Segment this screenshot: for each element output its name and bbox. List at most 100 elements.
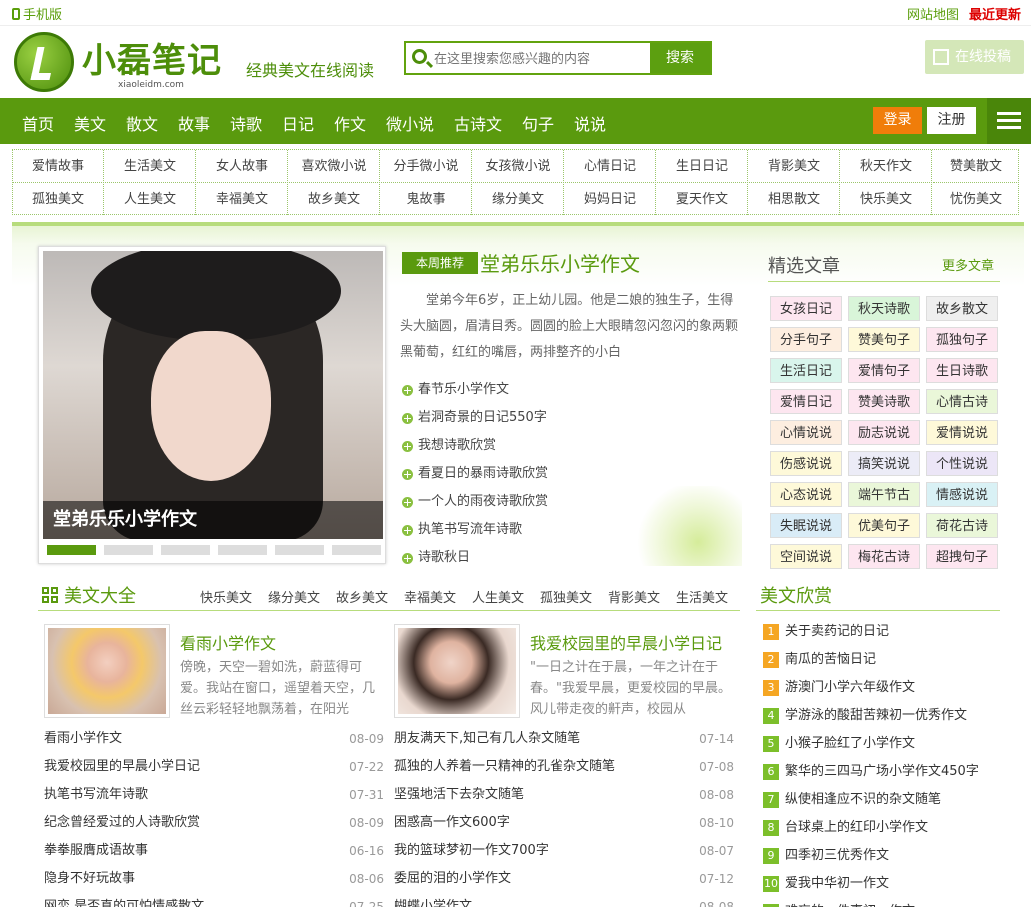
table-row[interactable]: 蝴蝶小学作文 08-08: [394, 893, 734, 907]
rank-title[interactable]: 小猴子脸红了小学作文: [785, 736, 915, 751]
more-articles-link[interactable]: 更多文章: [942, 255, 994, 274]
section-tab[interactable]: 缘分美文: [268, 587, 320, 606]
section-tab[interactable]: 快乐美文: [200, 587, 252, 606]
table-row[interactable]: 隐身不好玩故事 08-06: [44, 865, 384, 893]
slide-dot[interactable]: [161, 545, 210, 555]
article-thumbnail[interactable]: [44, 624, 170, 718]
table-row[interactable]: 看雨小学作文 08-09: [44, 725, 384, 753]
tag-link[interactable]: 秋天作文: [841, 150, 932, 183]
pick-tag[interactable]: 失眠说说: [770, 513, 842, 538]
list-item[interactable]: 7 纵使相逢应不识的杂文随笔: [763, 786, 1003, 814]
pick-tag[interactable]: 搞笑说说: [848, 451, 920, 476]
table-row[interactable]: 执笔书写流年诗歌 07-31: [44, 781, 384, 809]
rank-title[interactable]: 爱我中华初一作文: [785, 876, 889, 891]
list-item[interactable]: 10 爱我中华初一作文: [763, 870, 1003, 898]
slide-dot[interactable]: [332, 545, 381, 555]
tag-link[interactable]: 鬼故事: [381, 182, 472, 215]
table-row[interactable]: 委屈的泪的小学作文 07-12: [394, 865, 734, 893]
pick-tag[interactable]: 伤感说说: [770, 451, 842, 476]
list-item[interactable]: 9 四季初三优秀作文: [763, 842, 1003, 870]
section-tab[interactable]: 人生美文: [472, 587, 524, 606]
table-row[interactable]: 困惑高一作文600字 08-10: [394, 809, 734, 837]
tag-link[interactable]: 生活美文: [105, 150, 196, 183]
list-item[interactable]: 4 学游泳的酸甜苦辣初一优秀作文: [763, 702, 1003, 730]
nav-item[interactable]: 说说: [574, 111, 606, 135]
list-item[interactable]: 诗歌秋日: [400, 544, 740, 572]
article-title[interactable]: 我爱校园里的早晨小学日记: [530, 630, 722, 654]
list-item[interactable]: 5 小猴子脸红了小学作文: [763, 730, 1003, 758]
tag-link[interactable]: 心情日记: [565, 150, 656, 183]
table-row[interactable]: 我爱校园里的早晨小学日记 07-22: [44, 753, 384, 781]
pick-tag[interactable]: 生日诗歌: [926, 358, 998, 383]
pick-tag[interactable]: 生活日记: [770, 358, 842, 383]
tag-link[interactable]: 缘分美文: [473, 182, 564, 215]
nav-item[interactable]: 故事: [178, 111, 210, 135]
nav-item[interactable]: 首页: [22, 111, 54, 135]
tag-link[interactable]: 幸福美文: [197, 182, 288, 215]
list-item[interactable]: 一个人的雨夜诗歌欣赏: [400, 488, 740, 516]
nav-item[interactable]: 句子: [522, 111, 554, 135]
register-button[interactable]: 注册: [927, 107, 976, 134]
section-tab[interactable]: 故乡美文: [336, 587, 388, 606]
row-title[interactable]: 朋友满天下,知己有几人杂文随笔: [394, 731, 580, 746]
pick-tag[interactable]: 赞美诗歌: [848, 389, 920, 414]
featured-photo[interactable]: 堂弟乐乐小学作文: [43, 251, 383, 539]
rank-title[interactable]: 游澳门小学六年级作文: [785, 680, 915, 695]
article-thumbnail[interactable]: [394, 624, 520, 718]
list-item[interactable]: 6 繁华的三四马广场小学作文450字: [763, 758, 1003, 786]
table-row[interactable]: 坚强地活下去杂文随笔 08-08: [394, 781, 734, 809]
tag-link[interactable]: 妈妈日记: [565, 182, 656, 215]
row-title[interactable]: 孤独的人养着一只精神的孔雀杂文随笔: [394, 759, 615, 774]
list-item[interactable]: 春节乐小学作文: [400, 376, 740, 404]
list-item[interactable]: 执笔书写流年诗歌: [400, 516, 740, 544]
list-item[interactable]: 3 游澳门小学六年级作文: [763, 674, 1003, 702]
search-input[interactable]: [434, 49, 649, 69]
pick-tag[interactable]: 爱情日记: [770, 389, 842, 414]
rank-title[interactable]: 南瓜的苦恼日记: [785, 652, 876, 667]
login-button[interactable]: 登录: [873, 107, 922, 134]
rank-title[interactable]: 四季初三优秀作文: [785, 848, 889, 863]
latest-updates-link[interactable]: 最近更新: [969, 4, 1021, 23]
tag-link[interactable]: 夏天作文: [657, 182, 748, 215]
mobile-version-link[interactable]: 手机版: [12, 4, 62, 23]
table-row[interactable]: 网恋,是否真的可怕情感散文 07-25: [44, 893, 384, 907]
tag-link[interactable]: 快乐美文: [841, 182, 932, 215]
nav-item[interactable]: 作文: [334, 111, 366, 135]
sitemap-link[interactable]: 网站地图: [907, 4, 959, 23]
tag-link[interactable]: 相思散文: [749, 182, 840, 215]
pick-tag[interactable]: 女孩日记: [770, 296, 842, 321]
pick-tag[interactable]: 心情说说: [770, 420, 842, 445]
rank-title[interactable]: 台球桌上的红印小学作文: [785, 820, 928, 835]
row-title[interactable]: 委屈的泪的小学作文: [394, 871, 511, 886]
row-title[interactable]: 蝴蝶小学作文: [394, 899, 472, 907]
tag-link[interactable]: 女孩微小说: [473, 150, 564, 183]
table-row[interactable]: 孤独的人养着一只精神的孔雀杂文随笔 07-08: [394, 753, 734, 781]
pick-tag[interactable]: 赞美句子: [848, 327, 920, 352]
list-item[interactable]: 11难忘的一件事初一作文: [763, 898, 1003, 907]
nav-item[interactable]: 微小说: [386, 111, 434, 135]
nav-item[interactable]: 诗歌: [230, 111, 262, 135]
section-tab[interactable]: 孤独美文: [540, 587, 592, 606]
tag-link[interactable]: 女人故事: [197, 150, 288, 183]
logo-icon[interactable]: [14, 32, 74, 92]
table-row[interactable]: 拳拳服膺成语故事 06-16: [44, 837, 384, 865]
slide-dot[interactable]: [104, 545, 153, 555]
pick-tag[interactable]: 秋天诗歌: [848, 296, 920, 321]
nav-item[interactable]: 美文: [74, 111, 106, 135]
nav-item[interactable]: 散文: [126, 111, 158, 135]
slide-dot-active[interactable]: [47, 545, 96, 555]
table-row[interactable]: 纪念曾经爱过的人诗歌欣赏 08-09: [44, 809, 384, 837]
list-item[interactable]: 我想诗歌欣赏: [400, 432, 740, 460]
row-title[interactable]: 困惑高一作文600字: [394, 815, 510, 830]
pick-tag[interactable]: 优美句子: [848, 513, 920, 538]
pick-tag[interactable]: 荷花古诗: [926, 513, 998, 538]
table-row[interactable]: 我的篮球梦初一作文700字 08-07: [394, 837, 734, 865]
row-title[interactable]: 拳拳服膺成语故事: [44, 843, 148, 858]
pick-tag[interactable]: 爱情句子: [848, 358, 920, 383]
tag-link[interactable]: 生日日记: [657, 150, 748, 183]
tag-link[interactable]: 分手微小说: [381, 150, 472, 183]
list-item[interactable]: 1 关于卖药记的日记: [763, 618, 1003, 646]
pick-tag[interactable]: 梅花古诗: [848, 544, 920, 569]
tag-link[interactable]: 喜欢微小说: [289, 150, 380, 183]
featured-caption[interactable]: 堂弟乐乐小学作文: [43, 501, 383, 539]
